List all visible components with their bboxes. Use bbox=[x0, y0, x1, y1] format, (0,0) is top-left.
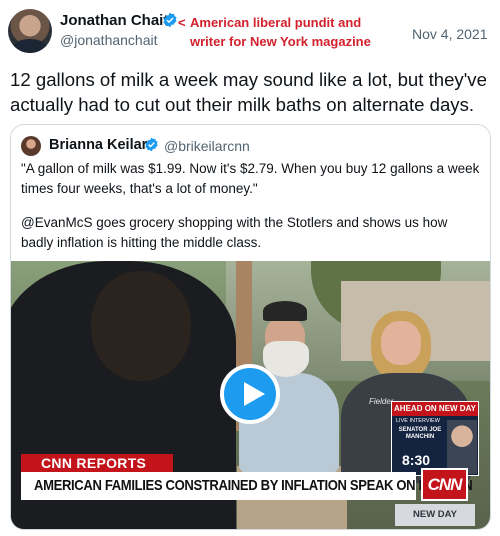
quoted-author-name[interactable]: Brianna Keilar bbox=[49, 137, 147, 153]
quoted-author-avatar[interactable] bbox=[21, 136, 41, 156]
shirt-logo: Fielder bbox=[369, 397, 394, 406]
annotation-arrow: < bbox=[178, 15, 186, 30]
ahead-on-new-day-promo: AHEAD ON NEW DAY LIVE INTERVIEW SENATOR … bbox=[391, 401, 479, 476]
author-name[interactable]: Jonathan Chait bbox=[60, 12, 168, 29]
promo-time: 8:30 bbox=[402, 452, 431, 468]
tweet-date[interactable]: Nov 4, 2021 bbox=[412, 26, 488, 42]
video-interviewer-head bbox=[91, 271, 191, 381]
author-avatar[interactable] bbox=[8, 9, 52, 53]
play-icon bbox=[244, 382, 265, 406]
video-player[interactable]: Fielder AHEAD ON NEW DAY LIVE INTERVIEW … bbox=[11, 261, 490, 529]
promo-sub: LIVE INTERVIEW bbox=[396, 418, 440, 424]
verified-badge-icon bbox=[163, 12, 177, 28]
quoted-tweet[interactable]: Brianna Keilar @brikeilarcnn "A gallon o… bbox=[10, 124, 491, 530]
promo-guest-photo bbox=[447, 420, 477, 474]
author-handle[interactable]: @jonathanchait bbox=[60, 32, 158, 48]
tweet[interactable]: Jonathan Chait @jonathanchait < American… bbox=[0, 0, 500, 536]
new-day-bug: NEW DAY bbox=[395, 504, 475, 526]
quoted-tweet-text: "A gallon of milk was $1.99. Now it's $2… bbox=[21, 159, 483, 253]
cnn-logo: CNN bbox=[421, 468, 468, 501]
quoted-paragraph-2: @EvanMcS goes grocery shopping with the … bbox=[21, 215, 448, 250]
quoted-paragraph-1: "A gallon of milk was $1.99. Now it's $2… bbox=[21, 161, 480, 196]
quoted-author-handle[interactable]: @brikeilarcnn bbox=[164, 138, 250, 154]
chyron-text: AMERICAN FAMILIES CONSTRAINED BY INFLATI… bbox=[34, 477, 473, 494]
quoted-verified-badge-icon bbox=[145, 137, 158, 152]
play-button[interactable] bbox=[220, 364, 280, 424]
promo-guest: SENATOR JOE MANCHIN bbox=[398, 427, 442, 440]
annotation-label: < American liberal pundit and writer for… bbox=[178, 13, 390, 51]
cnn-reports-banner: CNN REPORTS bbox=[21, 454, 173, 472]
tweet-text: 12 gallons of milk a week may sound like… bbox=[10, 69, 487, 115]
chyron: AMERICAN FAMILIES CONSTRAINED BY INFLATI… bbox=[21, 472, 473, 500]
annotation-text: American liberal pundit and writer for N… bbox=[190, 15, 371, 49]
promo-header: AHEAD ON NEW DAY bbox=[392, 402, 478, 416]
